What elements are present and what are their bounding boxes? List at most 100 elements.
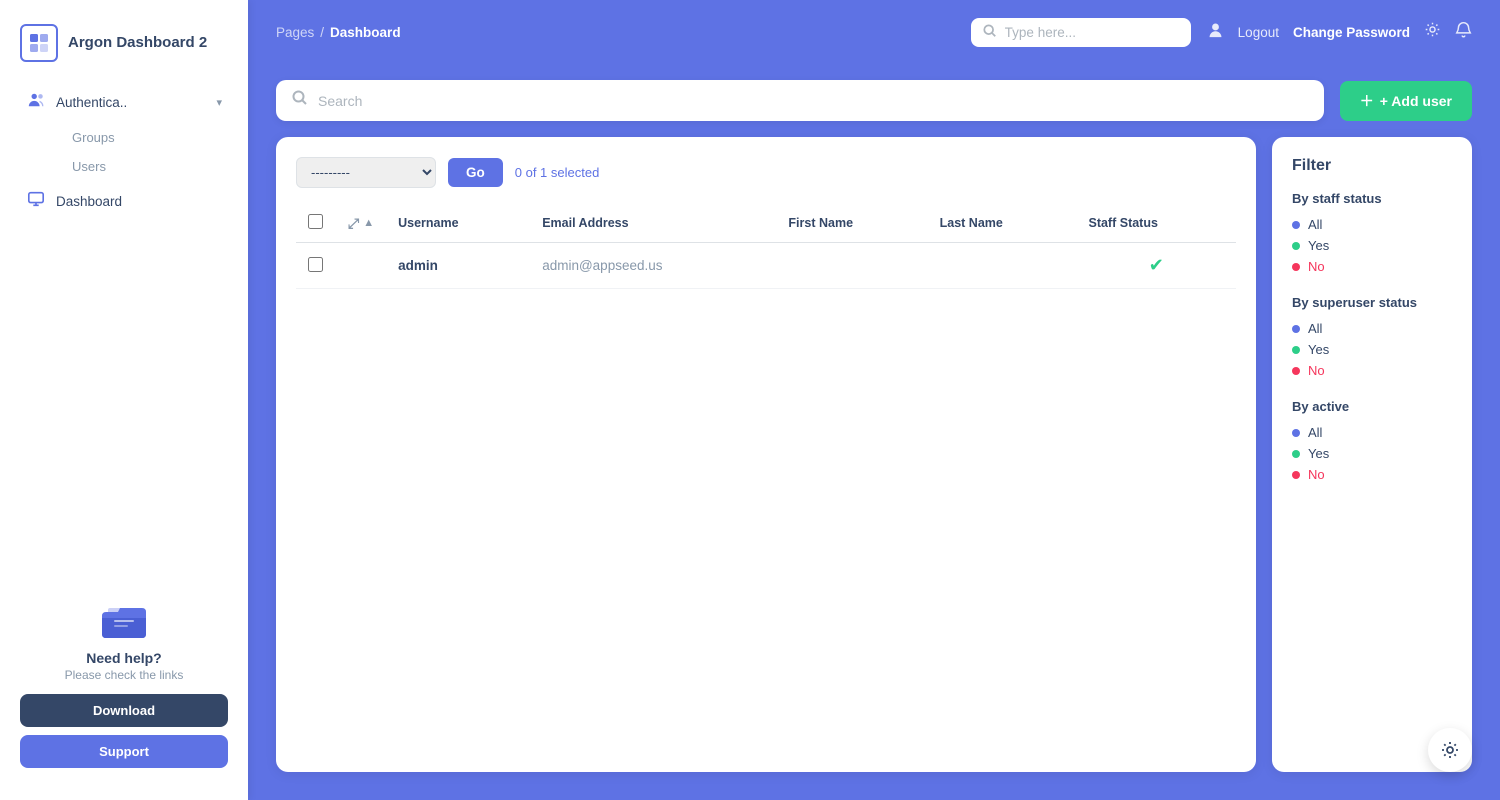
col-actions: ⤢ ▲ xyxy=(336,204,386,243)
cell-username-0: admin xyxy=(386,243,530,289)
sidebar-item-auth-label: Authentica.. xyxy=(56,95,127,110)
filter-dot-0-1 xyxy=(1292,242,1300,250)
col-lastname: Last Name xyxy=(928,204,1077,243)
filter-item-0-0[interactable]: All xyxy=(1292,214,1452,235)
table-toolbar: --------- Go 0 of 1 selected xyxy=(296,157,1236,188)
add-user-button[interactable]: ＋ + Add user xyxy=(1340,81,1472,121)
filter-dot-1-2 xyxy=(1292,367,1300,375)
help-title: Need help? xyxy=(20,650,228,666)
users-icon xyxy=(26,91,46,114)
filter-item-2-2[interactable]: No xyxy=(1292,464,1452,485)
filter-label-1-1: Yes xyxy=(1308,342,1329,357)
table-filter-section: --------- Go 0 of 1 selected xyxy=(276,137,1472,772)
filter-item-1-2[interactable]: No xyxy=(1292,360,1452,381)
filter-item-2-0[interactable]: All xyxy=(1292,422,1452,443)
filter-label-1-2: No xyxy=(1308,363,1325,378)
filter-label-2-1: Yes xyxy=(1308,446,1329,461)
filter-item-2-1[interactable]: Yes xyxy=(1292,443,1452,464)
table-row: admin admin@appseed.us ✔ xyxy=(296,243,1236,289)
sidebar-help-section: Need help? Please check the links Downlo… xyxy=(0,574,248,784)
filter-label-0-0: All xyxy=(1308,217,1322,232)
cell-lastname-0 xyxy=(928,243,1077,289)
sidebar-title: Argon Dashboard 2 xyxy=(68,34,207,52)
support-button[interactable]: Support xyxy=(20,735,228,768)
sidebar-item-dashboard[interactable]: Dashboard xyxy=(12,181,236,222)
row-checkbox-0[interactable] xyxy=(308,257,323,272)
filter-section-2: By active All Yes No xyxy=(1292,399,1452,485)
header-search-input[interactable] xyxy=(1005,25,1179,40)
filter-dot-1-0 xyxy=(1292,325,1300,333)
filter-item-1-0[interactable]: All xyxy=(1292,318,1452,339)
filter-section-title-1: By superuser status xyxy=(1292,295,1452,310)
col-email: Email Address xyxy=(530,204,776,243)
filter-panel: Filter By staff status All Yes No By sup… xyxy=(1272,137,1472,772)
add-user-label: + Add user xyxy=(1380,93,1452,109)
filter-section-title-2: By active xyxy=(1292,399,1452,414)
page-header: Pages / Dashboard Logout Change Passwor xyxy=(248,0,1500,64)
filter-dot-2-2 xyxy=(1292,471,1300,479)
sidebar: Argon Dashboard 2 Authentica.. ▾ Groups … xyxy=(0,0,248,800)
select-all-checkbox[interactable] xyxy=(308,214,323,229)
logout-link[interactable]: Logout xyxy=(1238,25,1279,40)
staff-status-check: ✔ xyxy=(1149,255,1164,275)
settings-icon[interactable] xyxy=(1424,21,1441,43)
filter-dot-1-1 xyxy=(1292,346,1300,354)
header-actions: Logout Change Password xyxy=(1207,21,1472,43)
go-button[interactable]: Go xyxy=(448,158,503,187)
content-area: ＋ + Add user --------- Go 0 of 1 selecte… xyxy=(248,64,1500,800)
users-table: ⤢ ▲ Username Email Address xyxy=(296,204,1236,289)
users-table-card: --------- Go 0 of 1 selected xyxy=(276,137,1256,772)
sidebar-item-groups[interactable]: Groups xyxy=(58,123,236,152)
header-search-box xyxy=(971,18,1191,47)
col-checkbox xyxy=(296,204,336,243)
search-add-row: ＋ + Add user xyxy=(276,80,1472,121)
user-icon xyxy=(1207,21,1224,43)
filter-dot-0-2 xyxy=(1292,263,1300,271)
filter-dot-2-0 xyxy=(1292,429,1300,437)
filter-label-2-0: All xyxy=(1308,425,1322,440)
monitor-icon xyxy=(26,190,46,213)
cell-staff-0: ✔ xyxy=(1076,243,1236,289)
header-search-icon xyxy=(983,24,997,41)
cell-firstname-0 xyxy=(776,243,927,289)
sidebar-groups-label: Groups xyxy=(72,130,115,145)
content-search-bar xyxy=(276,80,1324,121)
filter-item-1-1[interactable]: Yes xyxy=(1292,339,1452,360)
filter-label-1-0: All xyxy=(1308,321,1322,336)
sort-asc-icon: ▲ xyxy=(363,217,374,229)
col-firstname: First Name xyxy=(776,204,927,243)
filter-item-0-1[interactable]: Yes xyxy=(1292,235,1452,256)
help-illustration xyxy=(94,590,154,650)
logo-icon xyxy=(20,24,58,62)
filter-dot-0-0 xyxy=(1292,221,1300,229)
filter-section-1: By superuser status All Yes No xyxy=(1292,295,1452,381)
sidebar-users-label: Users xyxy=(72,159,106,174)
sidebar-dashboard-label: Dashboard xyxy=(56,194,122,209)
sidebar-sub-navigation: Groups Users xyxy=(12,123,236,181)
content-search-icon xyxy=(292,90,308,111)
filter-sections: By staff status All Yes No By superuser … xyxy=(1292,191,1452,485)
breadcrumb-pages: Pages xyxy=(276,25,314,40)
content-search-input[interactable] xyxy=(318,93,1308,109)
filter-label-0-1: Yes xyxy=(1308,238,1329,253)
filter-title: Filter xyxy=(1292,157,1452,175)
main-content: Pages / Dashboard Logout Change Passwor xyxy=(248,0,1500,800)
bell-icon[interactable] xyxy=(1455,21,1472,43)
sidebar-item-users[interactable]: Users xyxy=(58,152,236,181)
filter-item-0-2[interactable]: No xyxy=(1292,256,1452,277)
floating-settings-button[interactable] xyxy=(1428,728,1472,772)
resize-icon: ⤢ xyxy=(348,215,359,232)
breadcrumb-current: Dashboard xyxy=(330,25,401,40)
action-select[interactable]: --------- xyxy=(296,157,436,188)
breadcrumb-separator: / xyxy=(320,25,324,40)
help-subtitle: Please check the links xyxy=(20,668,228,682)
sidebar-navigation: Authentica.. ▾ Groups Users Dashboard xyxy=(0,82,248,574)
selected-count: 0 of 1 selected xyxy=(515,165,600,180)
col-staff-status: Staff Status xyxy=(1076,204,1236,243)
change-password-link[interactable]: Change Password xyxy=(1293,25,1410,40)
add-user-plus-icon: ＋ xyxy=(1360,91,1374,111)
sidebar-item-authentication[interactable]: Authentica.. ▾ xyxy=(12,82,236,123)
col-username: Username xyxy=(386,204,530,243)
filter-dot-2-1 xyxy=(1292,450,1300,458)
download-button[interactable]: Download xyxy=(20,694,228,727)
